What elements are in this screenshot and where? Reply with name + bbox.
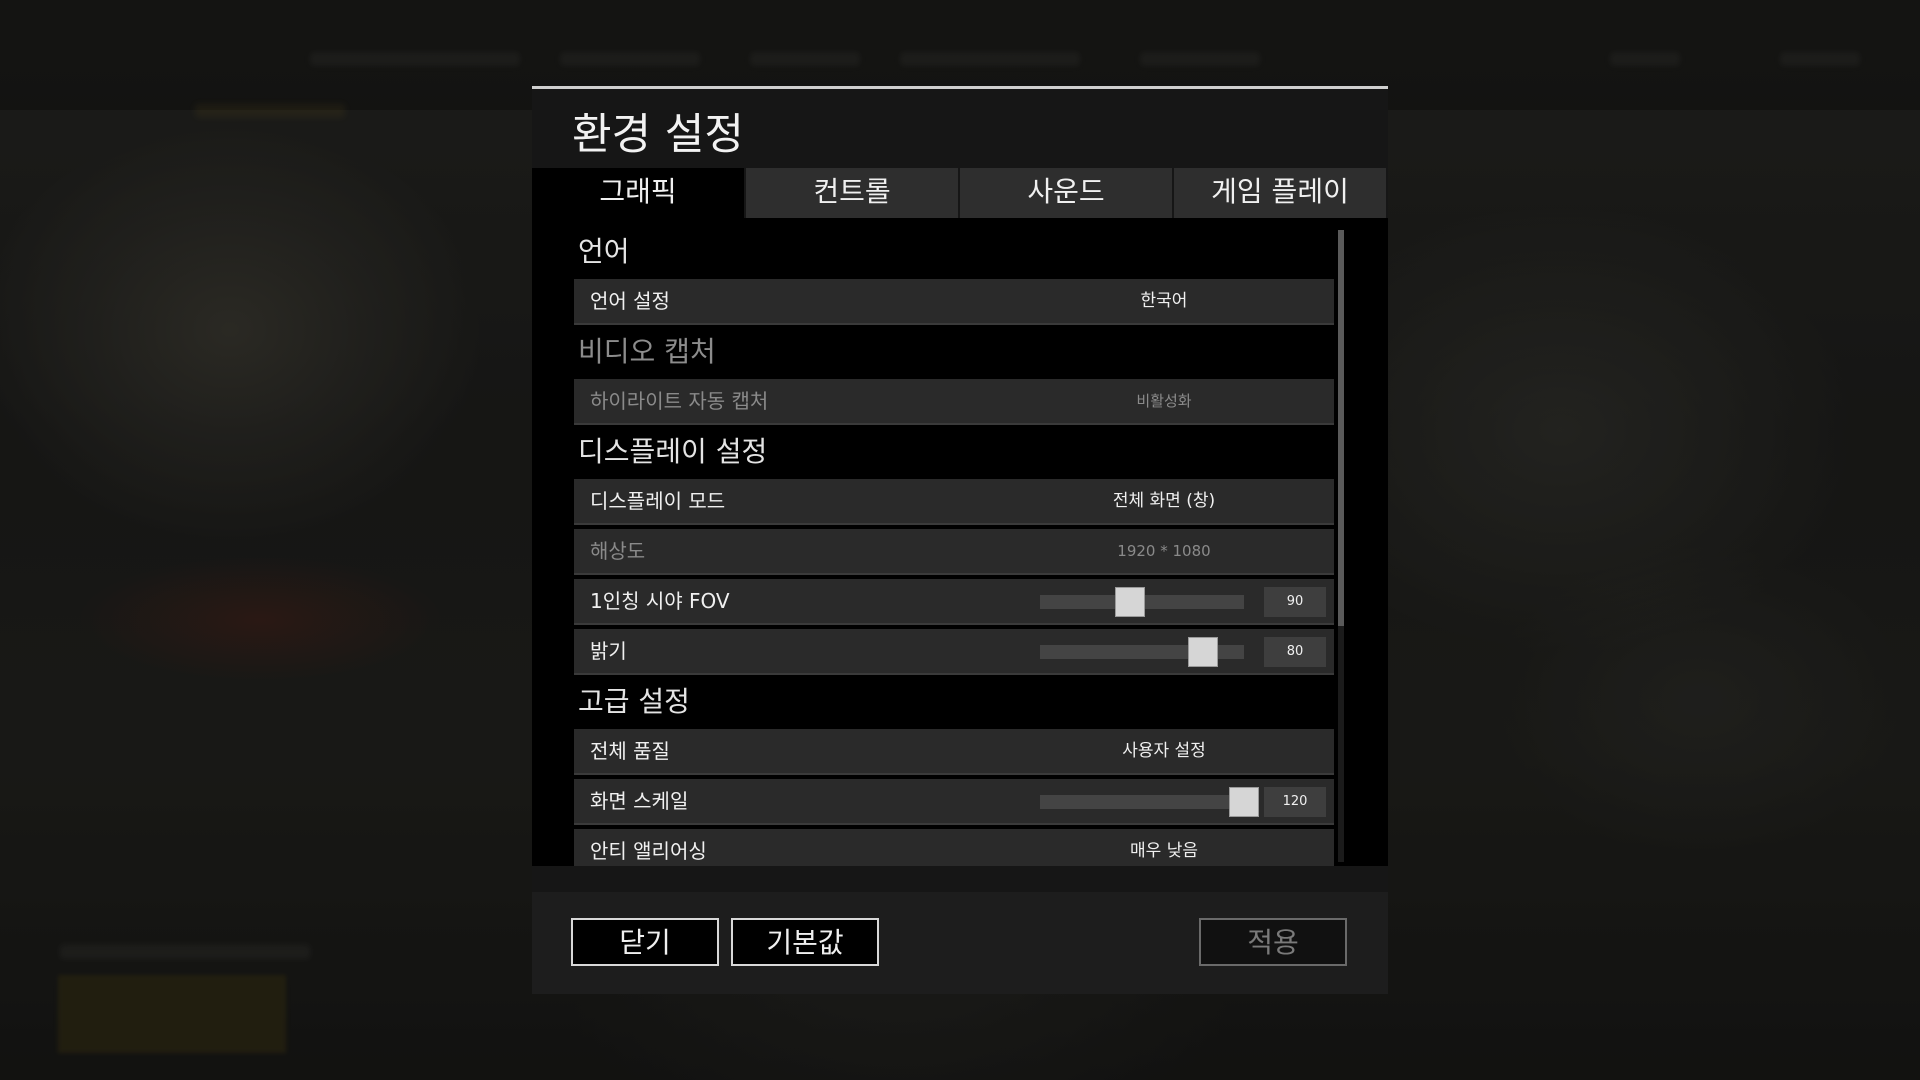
screen-scale-slider-thumb[interactable] xyxy=(1229,787,1259,817)
setting-label: 전체 품질 xyxy=(590,739,670,763)
setting-value: 비활성화 xyxy=(1136,392,1192,410)
setting-value: 한국어 xyxy=(1140,291,1188,311)
setting-label: 1인칭 시야 FOV xyxy=(590,589,730,613)
setting-row-anti-aliasing[interactable]: 안티 앨리어싱 매우 낮음 xyxy=(574,829,1334,866)
brightness-slider-thumb[interactable] xyxy=(1188,637,1219,667)
setting-label: 하이라이트 자동 캡처 xyxy=(590,389,769,413)
setting-value: 사용자 설정 xyxy=(1122,741,1206,761)
setting-label: 언어 설정 xyxy=(590,289,670,313)
settings-dialog: 환경 설정 그래픽 컨트롤 사운드 게임 플레이 언어 언어 설정 한국어 비디… xyxy=(532,86,1388,994)
fov-value-box[interactable]: 90 xyxy=(1264,587,1326,617)
settings-tabs: 그래픽 컨트롤 사운드 게임 플레이 xyxy=(532,168,1388,218)
section-heading-display: 디스플레이 설정 xyxy=(578,435,768,468)
setting-row-overall-quality[interactable]: 전체 품질 사용자 설정 xyxy=(574,729,1334,775)
tab-controls[interactable]: 컨트롤 xyxy=(746,168,958,218)
close-button[interactable]: 닫기 xyxy=(571,918,719,966)
setting-label: 화면 스케일 xyxy=(590,789,689,813)
setting-row-fov: 1인칭 시야 FOV 90 xyxy=(574,579,1334,625)
setting-value: 1920 * 1080 xyxy=(1117,542,1211,560)
setting-label: 밝기 xyxy=(590,639,627,663)
dialog-top-border xyxy=(532,86,1388,89)
setting-row-screen-scale: 화면 스케일 120 xyxy=(574,779,1334,825)
section-heading-language: 언어 xyxy=(578,235,630,268)
tab-gameplay[interactable]: 게임 플레이 xyxy=(1174,168,1386,218)
reset-default-button[interactable]: 기본값 xyxy=(731,918,879,966)
screen-scale-value-box[interactable]: 120 xyxy=(1264,787,1326,817)
setting-row-language[interactable]: 언어 설정 한국어 xyxy=(574,279,1334,325)
section-heading-advanced: 고급 설정 xyxy=(578,685,690,718)
tab-sound[interactable]: 사운드 xyxy=(960,168,1172,218)
setting-value: 전체 화면 (창) xyxy=(1112,491,1216,511)
scrollbar-thumb[interactable] xyxy=(1338,230,1344,626)
fov-slider-thumb[interactable] xyxy=(1114,587,1145,617)
screen-scale-slider-track[interactable] xyxy=(1040,795,1244,809)
section-heading-video-capture: 비디오 캡처 xyxy=(578,335,716,368)
dialog-title: 환경 설정 xyxy=(572,110,744,160)
setting-label: 디스플레이 모드 xyxy=(590,489,726,513)
brightness-value-box[interactable]: 80 xyxy=(1264,637,1326,667)
setting-value: 매우 낮음 xyxy=(1130,841,1198,861)
apply-button[interactable]: 적용 xyxy=(1199,918,1347,966)
dialog-footer: 닫기 기본값 적용 xyxy=(532,892,1388,994)
setting-row-brightness: 밝기 80 xyxy=(574,629,1334,675)
setting-label: 안티 앨리어싱 xyxy=(590,839,707,863)
setting-row-highlight-capture[interactable]: 하이라이트 자동 캡처 비활성화 xyxy=(574,379,1334,425)
setting-row-resolution[interactable]: 해상도 1920 * 1080 xyxy=(574,529,1334,575)
settings-content: 언어 언어 설정 한국어 비디오 캡처 하이라이트 자동 캡처 비활성화 디스플… xyxy=(532,218,1388,866)
setting-label: 해상도 xyxy=(590,539,646,563)
setting-row-display-mode[interactable]: 디스플레이 모드 전체 화면 (창) xyxy=(574,479,1334,525)
tab-graphics[interactable]: 그래픽 xyxy=(532,168,744,218)
